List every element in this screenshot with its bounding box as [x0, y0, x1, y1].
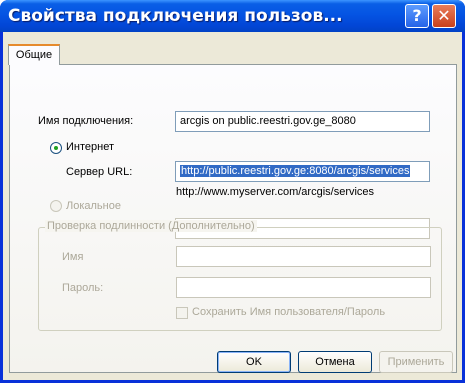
close-icon: ✕ — [437, 6, 451, 25]
internet-radio[interactable] — [50, 142, 62, 154]
auth-name-label: Имя — [62, 251, 84, 263]
window-title: Свойства подключения пользов... — [8, 6, 343, 26]
auth-name-input[interactable] — [176, 246, 431, 267]
apply-button[interactable]: Применить — [379, 351, 453, 373]
cancel-button[interactable]: Отмена — [298, 351, 372, 373]
local-label: Локальное — [66, 200, 121, 212]
title-bar[interactable]: Свойства подключения пользов... ? ✕ — [0, 0, 465, 32]
close-button[interactable]: ✕ — [432, 4, 456, 28]
ok-button[interactable]: OK — [217, 351, 291, 373]
tab-panel-general: Имя подключения: arcgis on public.reestr… — [9, 64, 457, 373]
save-credentials-checkbox[interactable] — [176, 307, 188, 319]
auth-group-title: Проверка подлинности (Дополнительно) — [45, 220, 257, 232]
dialog-window: Свойства подключения пользов... ? ✕ Общи… — [0, 0, 465, 383]
server-url-input[interactable]: http://public.reestri.gov.ge:8080/arcgis… — [175, 161, 430, 182]
help-button[interactable]: ? — [405, 4, 429, 28]
server-url-label: Сервер URL: — [66, 166, 133, 178]
connection-name-label: Имя подключения: — [38, 115, 134, 127]
server-url-value: http://public.reestri.gov.ge:8080/arcgis… — [180, 165, 411, 177]
server-url-hint: http://www.myserver.com/arcgis/services — [176, 186, 375, 198]
tab-general[interactable]: Общие — [8, 44, 60, 65]
auth-password-label: Пароль: — [62, 282, 104, 294]
internet-label: Интернет — [66, 141, 114, 153]
local-radio[interactable] — [50, 200, 62, 212]
connection-name-input[interactable]: arcgis on public.reestri.gov.ge_8080 — [175, 111, 430, 132]
dialog-client-area: Общие Имя подключения: arcgis on public.… — [3, 32, 462, 380]
auth-password-input[interactable] — [176, 277, 431, 298]
auth-groupbox: Проверка подлинности (Дополнительно) Имя… — [38, 220, 442, 331]
save-credentials-label: Сохранить Имя пользователя/Пароль — [192, 306, 386, 318]
